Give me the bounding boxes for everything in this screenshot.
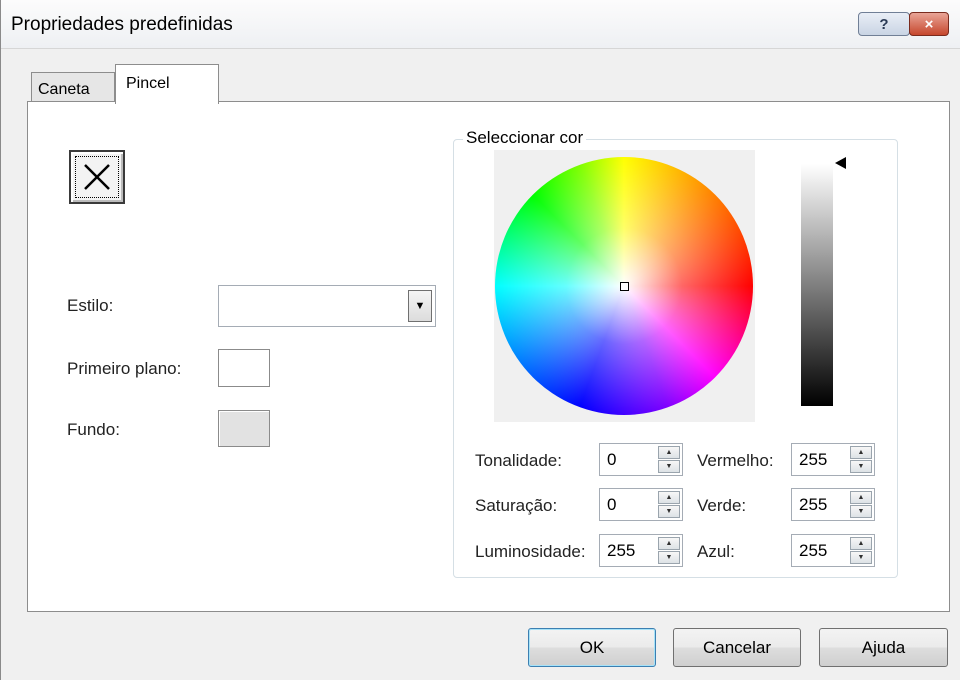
- cancel-button[interactable]: Cancelar: [673, 628, 801, 667]
- hue-stepper[interactable]: 0 ▲ ▼: [599, 443, 683, 476]
- red-stepper[interactable]: 255 ▲ ▼: [791, 443, 875, 476]
- green-label: Verde:: [697, 496, 747, 515]
- hue-up-button[interactable]: ▲: [658, 446, 680, 459]
- style-label: Estilo:: [67, 296, 114, 315]
- dropdown-button[interactable]: ▼: [408, 290, 432, 322]
- green-stepper[interactable]: 255 ▲ ▼: [791, 488, 875, 521]
- close-icon: ×: [924, 15, 934, 33]
- background-color-swatch[interactable]: [218, 410, 270, 447]
- blue-value: 255: [799, 541, 828, 560]
- tab-pincel[interactable]: Pincel: [115, 64, 219, 104]
- hue-label: Tonalidade:: [475, 451, 562, 470]
- green-down-button[interactable]: ▼: [850, 505, 872, 518]
- red-up-button[interactable]: ▲: [850, 446, 872, 459]
- red-label: Vermelho:: [697, 451, 774, 470]
- title-bar: Propriedades predefinidas ? ×: [1, 0, 960, 49]
- foreground-label: Primeiro plano:: [67, 359, 182, 378]
- style-dropdown[interactable]: ▼: [218, 285, 436, 327]
- chevron-down-icon: ▼: [414, 300, 426, 312]
- hue-down-button[interactable]: ▼: [658, 460, 680, 473]
- blue-stepper[interactable]: 255 ▲ ▼: [791, 534, 875, 567]
- saturation-label: Saturação:: [475, 496, 558, 515]
- ok-button[interactable]: OK: [528, 628, 656, 667]
- saturation-value: 0: [607, 495, 617, 514]
- dialog-window: Propriedades predefinidas ? × Caneta Pin…: [0, 0, 960, 680]
- help-icon: ?: [879, 15, 889, 33]
- tab-caneta[interactable]: Caneta: [31, 72, 115, 104]
- help-dialog-button[interactable]: Ajuda: [819, 628, 948, 667]
- hue-value: 0: [607, 450, 617, 469]
- luminosity-value: 255: [607, 541, 636, 560]
- luminosity-stepper[interactable]: 255 ▲ ▼: [599, 534, 683, 567]
- color-select-legend: Seleccionar cor: [463, 128, 587, 148]
- saturation-stepper[interactable]: 0 ▲ ▼: [599, 488, 683, 521]
- close-button[interactable]: ×: [909, 12, 949, 36]
- luminosity-slider[interactable]: [801, 164, 833, 406]
- blue-up-button[interactable]: ▲: [850, 537, 872, 550]
- blue-label: Azul:: [697, 542, 735, 561]
- brush-preview-button[interactable]: [69, 150, 125, 204]
- luminosity-up-button[interactable]: ▲: [658, 537, 680, 550]
- saturation-up-button[interactable]: ▲: [658, 491, 680, 504]
- blue-down-button[interactable]: ▼: [850, 551, 872, 564]
- luminosity-down-button[interactable]: ▼: [658, 551, 680, 564]
- red-down-button[interactable]: ▼: [850, 460, 872, 473]
- x-mark-icon: [84, 164, 110, 190]
- color-wheel-marker[interactable]: [620, 282, 629, 291]
- help-button[interactable]: ?: [858, 12, 910, 36]
- background-label: Fundo:: [67, 420, 120, 439]
- green-value: 255: [799, 495, 828, 514]
- saturation-down-button[interactable]: ▼: [658, 505, 680, 518]
- green-up-button[interactable]: ▲: [850, 491, 872, 504]
- luminosity-label: Luminosidade:: [475, 542, 586, 561]
- window-title: Propriedades predefinidas: [11, 14, 233, 35]
- luminosity-slider-handle[interactable]: [835, 157, 846, 169]
- red-value: 255: [799, 450, 828, 469]
- foreground-color-swatch[interactable]: [218, 349, 270, 387]
